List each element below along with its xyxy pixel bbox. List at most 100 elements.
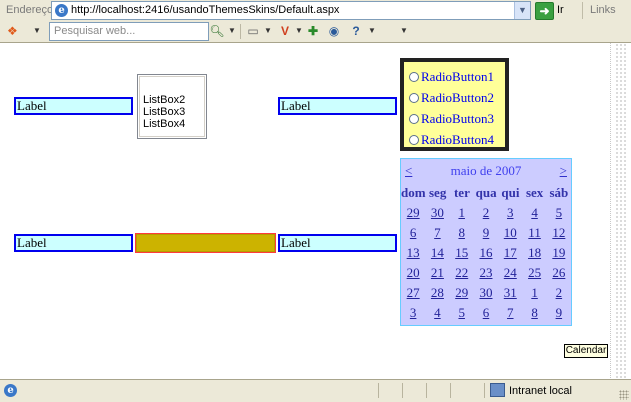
calendar-day[interactable]: 21 <box>425 263 449 283</box>
go-arrow-icon[interactable]: ➜ <box>535 2 554 20</box>
calendar-day[interactable]: 26 <box>547 263 571 283</box>
calendar-day[interactable]: 29 <box>401 203 425 223</box>
go-button[interactable]: Ir <box>557 4 564 16</box>
listbox[interactable]: ListBox2 ListBox3 ListBox4 <box>137 74 207 139</box>
search-go-icon[interactable]: 🔍︎ <box>209 23 225 39</box>
ie-page-icon: e <box>4 384 17 397</box>
calendar-day[interactable]: 18 <box>522 243 546 263</box>
calendar-day[interactable]: 16 <box>474 243 498 263</box>
radio-circle-icon[interactable] <box>409 134 419 145</box>
calendar-day[interactable]: 13 <box>401 243 425 263</box>
divider <box>450 383 451 398</box>
radio-circle-icon[interactable] <box>409 113 419 124</box>
calendar-day[interactable]: 6 <box>474 303 498 323</box>
calendar-day[interactable]: 4 <box>425 303 449 323</box>
listbox-item-4[interactable]: ListBox4 <box>140 118 204 130</box>
calendar-day[interactable]: 12 <box>547 223 571 243</box>
calendar-day[interactable]: 30 <box>474 283 498 303</box>
radio-option-1[interactable]: RadioButton1 <box>404 66 505 87</box>
radio-label[interactable]: RadioButton2 <box>421 90 494 106</box>
calendar-day[interactable]: 9 <box>474 223 498 243</box>
calendar-weekday: ter <box>453 185 470 200</box>
chevron-down-icon[interactable]: ▼ <box>400 24 408 38</box>
calendar-day[interactable]: 20 <box>401 263 425 283</box>
search-input[interactable]: Pesquisar web... <box>49 22 209 41</box>
calendar-title-bar: < maio de 2007 > <box>401 159 571 183</box>
calendar-day[interactable]: 3 <box>401 303 425 323</box>
page-icon[interactable]: ▭ <box>245 23 261 39</box>
calendar-day[interactable]: 15 <box>450 243 474 263</box>
calendar-day[interactable]: 17 <box>498 243 522 263</box>
calendar-day[interactable]: 9 <box>547 303 571 323</box>
calendar-day[interactable]: 27 <box>401 283 425 303</box>
calendar-day[interactable]: 6 <box>401 223 425 243</box>
radio-option-2[interactable]: RadioButton2 <box>404 87 505 108</box>
calendar-day[interactable]: 24 <box>498 263 522 283</box>
calendar-prev-link[interactable]: < <box>405 163 412 179</box>
calendar-day[interactable]: 1 <box>522 283 546 303</box>
calendar-day[interactable]: 28 <box>425 283 449 303</box>
security-zone-label: Intranet local <box>509 385 572 397</box>
divider <box>240 24 241 39</box>
calendar-day[interactable]: 2 <box>547 283 571 303</box>
calendar-day[interactable]: 3 <box>498 203 522 223</box>
calendar-day[interactable]: 1 <box>450 203 474 223</box>
wallet-icon[interactable]: V <box>277 23 293 39</box>
label-2: Label <box>278 97 397 115</box>
address-label: Endereço <box>6 4 54 16</box>
calendar-day[interactable]: 19 <box>547 243 571 263</box>
address-dropdown-icon[interactable]: ▼ <box>514 2 530 19</box>
chevron-down-icon[interactable]: ▼ <box>264 24 272 38</box>
listbox-item-3[interactable]: ListBox3 <box>140 106 204 118</box>
vertical-scrollbar[interactable] <box>610 43 631 378</box>
calendar-day[interactable]: 29 <box>450 283 474 303</box>
calendar-day[interactable]: 14 <box>425 243 449 263</box>
calendar-day[interactable]: 8 <box>522 303 546 323</box>
divider <box>402 383 403 398</box>
chevron-down-icon[interactable]: ▼ <box>33 24 41 38</box>
chevron-down-icon[interactable]: ▼ <box>368 24 376 38</box>
radio-label[interactable]: RadioButton1 <box>421 69 494 85</box>
radio-label[interactable]: RadioButton3 <box>421 111 494 127</box>
calendar-day[interactable]: 30 <box>425 203 449 223</box>
tooltip: Calendar <box>564 344 608 358</box>
calendar-day[interactable]: 7 <box>498 303 522 323</box>
radio-circle-icon[interactable] <box>409 92 419 103</box>
radio-circle-icon[interactable] <box>409 71 419 82</box>
shield-icon[interactable]: ◉ <box>326 23 342 39</box>
calendar-day[interactable]: 2 <box>474 203 498 223</box>
bookmark-add-icon[interactable]: ✚ <box>305 23 321 39</box>
yellow-textbox[interactable] <box>135 233 276 253</box>
calendar-day[interactable]: 25 <box>522 263 546 283</box>
calendar-weekday: dom <box>401 185 426 200</box>
calendar-next-link[interactable]: > <box>560 163 567 179</box>
calendar-day-grid: 29 30 1 2 3 4 5 6 7 8 9 10 11 12 13 14 15 16 17 18 19 20 21 22 2… <box>401 203 571 323</box>
calendar-day[interactable]: 22 <box>450 263 474 283</box>
listbox-inner: ListBox2 ListBox3 ListBox4 <box>139 76 205 137</box>
listbox-item-2[interactable]: ListBox2 <box>140 94 204 106</box>
label-1: Label <box>14 97 133 115</box>
calendar-day[interactable]: 31 <box>498 283 522 303</box>
address-url[interactable]: http://localhost:2416/usandoThemesSkins/… <box>71 4 339 16</box>
windows-icon[interactable]: ❖ <box>7 24 25 38</box>
links-button[interactable]: Links <box>590 4 616 16</box>
radio-label[interactable]: RadioButton4 <box>421 132 494 148</box>
calendar-day[interactable]: 11 <box>522 223 546 243</box>
help-icon[interactable]: ? <box>348 23 364 39</box>
calendar-day[interactable]: 10 <box>498 223 522 243</box>
scrollbar-track[interactable] <box>615 43 627 378</box>
calendar-day[interactable]: 5 <box>547 203 571 223</box>
calendar-day[interactable]: 23 <box>474 263 498 283</box>
chevron-down-icon[interactable]: ▼ <box>228 24 236 38</box>
calendar-weekday: sáb <box>549 185 569 200</box>
resize-grip[interactable] <box>619 390 629 400</box>
calendar-day[interactable]: 7 <box>425 223 449 243</box>
listbox-item-1[interactable] <box>140 77 204 94</box>
calendar-day[interactable]: 4 <box>522 203 546 223</box>
radio-option-4[interactable]: RadioButton4 <box>404 129 505 150</box>
radio-option-3[interactable]: RadioButton3 <box>404 108 505 129</box>
address-input[interactable]: e http://localhost:2416/usandoThemesSkin… <box>51 1 531 20</box>
chevron-down-icon[interactable]: ▼ <box>295 24 303 38</box>
calendar-day[interactable]: 8 <box>450 223 474 243</box>
calendar-day[interactable]: 5 <box>450 303 474 323</box>
